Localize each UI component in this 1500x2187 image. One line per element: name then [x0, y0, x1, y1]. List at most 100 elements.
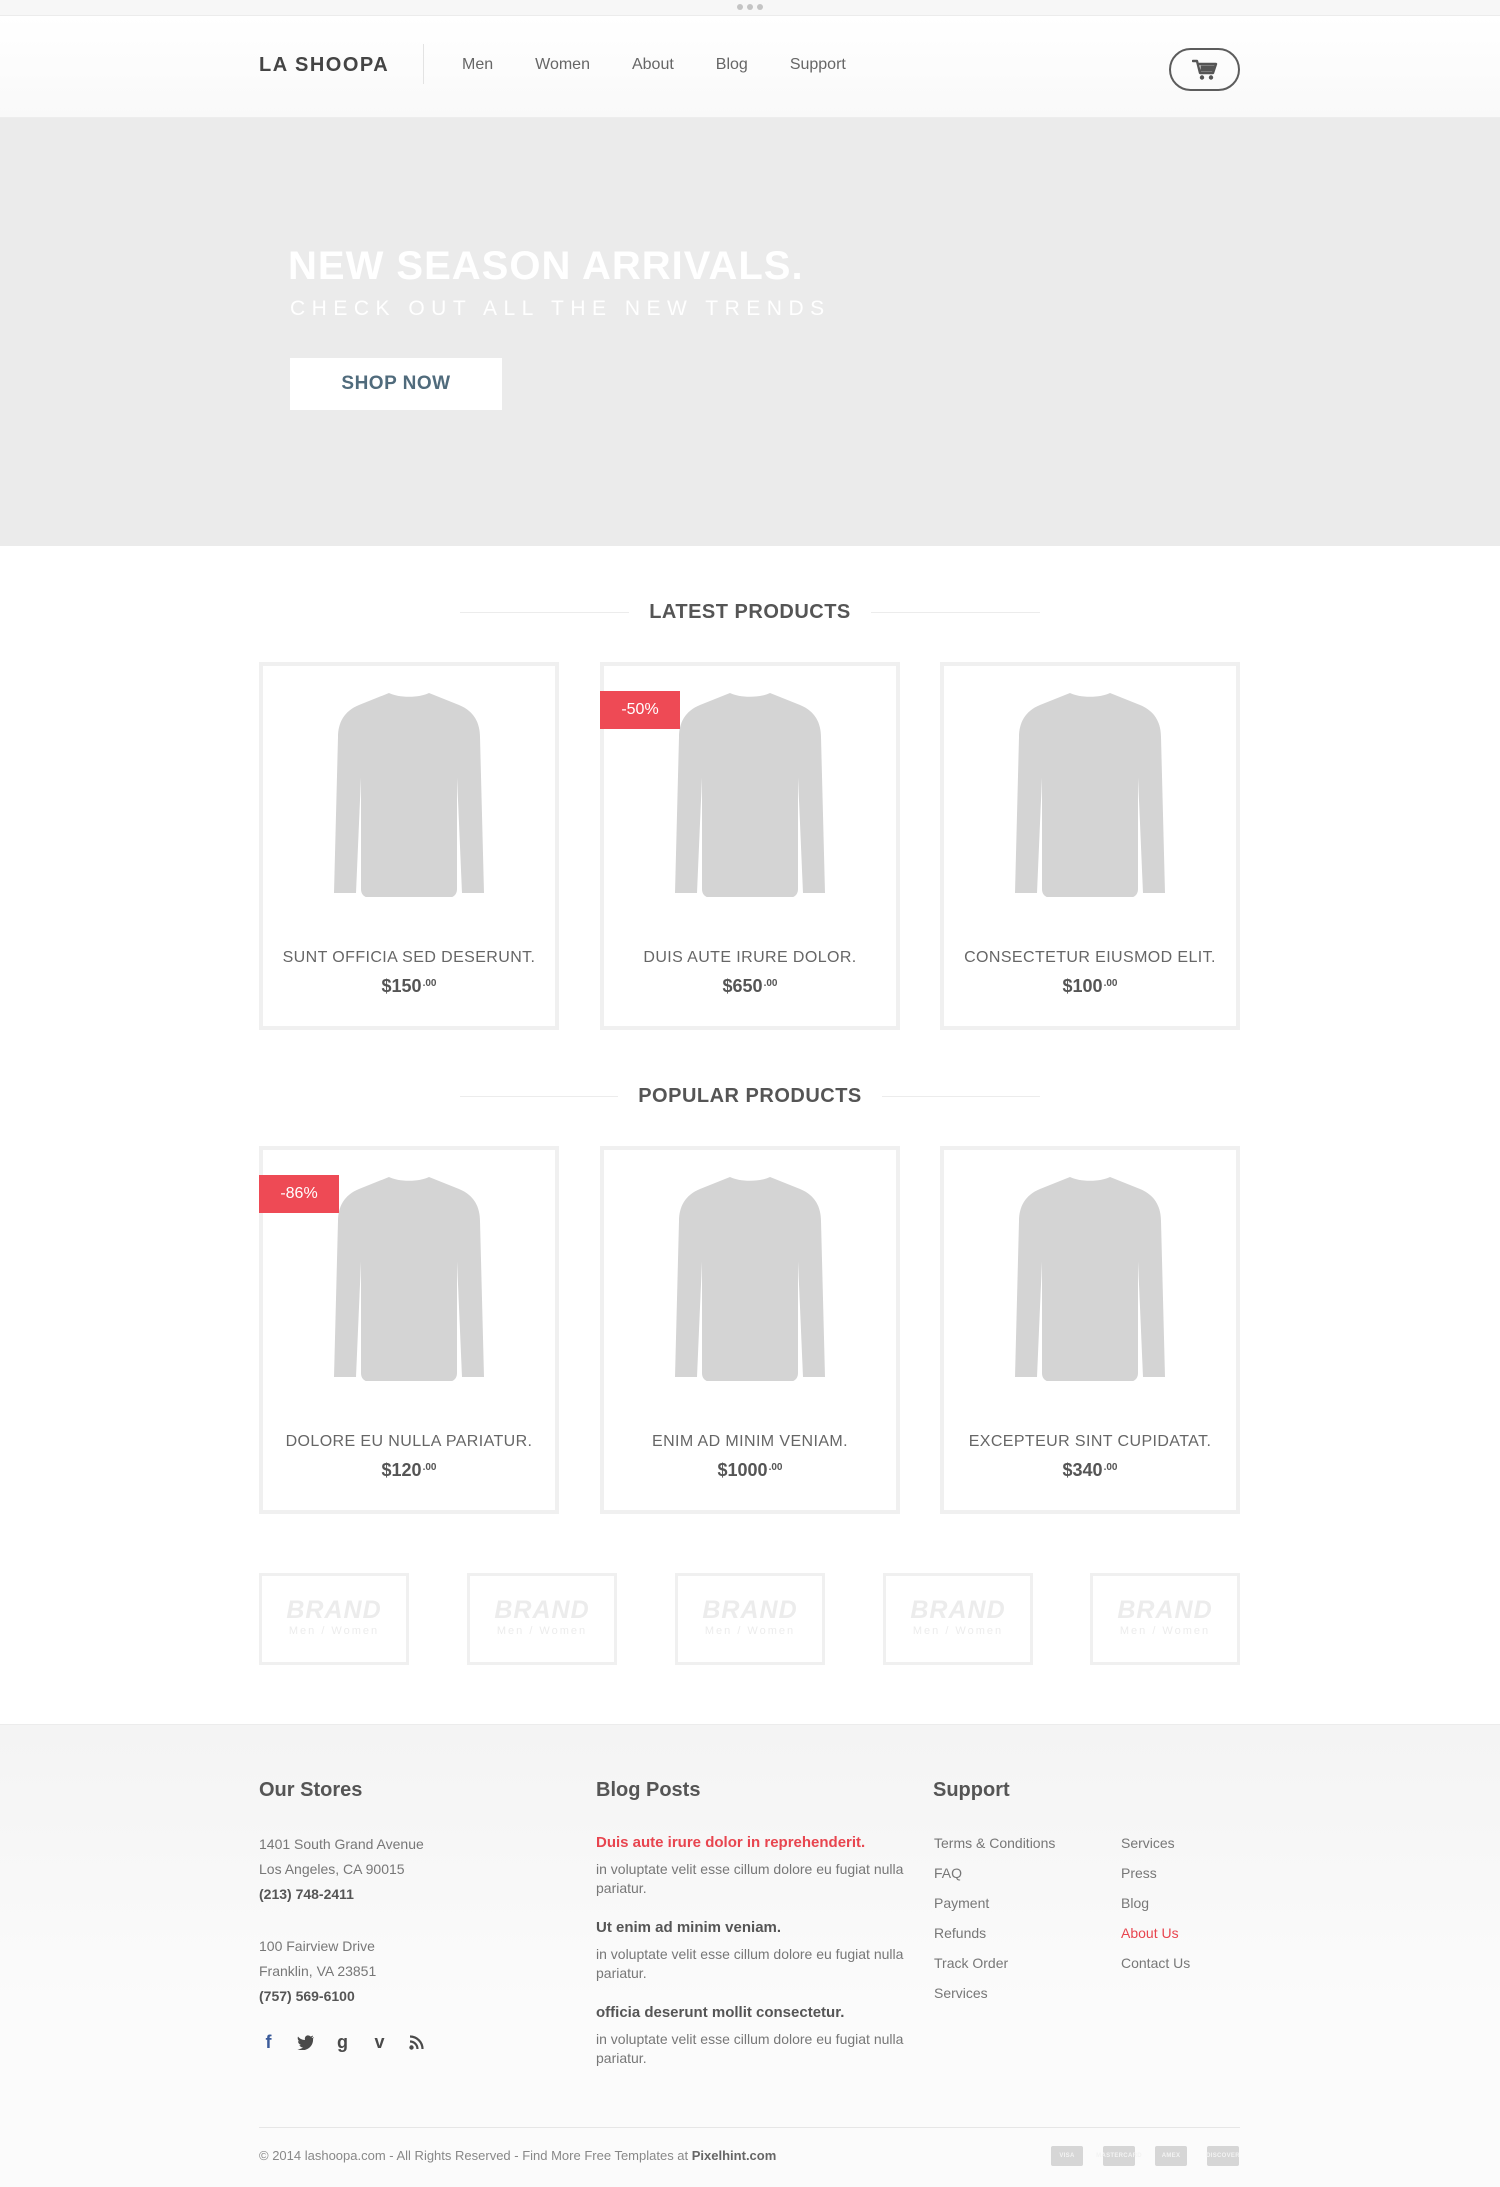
blog-posts-title: Blog Posts [596, 1779, 701, 1801]
brand-name: BRAND [494, 1596, 590, 1624]
footer-link-press[interactable]: Press [1121, 1865, 1157, 1881]
footer-link-services[interactable]: Services [1121, 1835, 1175, 1851]
brand-tagline: Men / Women [704, 1625, 796, 1637]
copyright-text: © 2014 lashoopa.com - All Rights Reserve… [259, 2148, 777, 2163]
sweater-image [675, 1177, 825, 1381]
site-header: LA SHOOPA Men Women About Blog Support [0, 16, 1500, 118]
discount-badge: -50% [600, 691, 680, 729]
popular-products-heading: POPULAR PRODUCTS [460, 1081, 1040, 1111]
footer-link-faq[interactable]: FAQ [934, 1865, 962, 1881]
product-name[interactable]: ENIM AD MINIM VENIAM. [604, 1433, 896, 1451]
google-plus-icon[interactable]: g [333, 2032, 352, 2052]
brand-tagline: Men / Women [496, 1625, 588, 1637]
footer-link-track-order[interactable]: Track Order [934, 1955, 1008, 1971]
blog-post-link[interactable]: Ut enim ad minim veniam. [596, 1919, 781, 1936]
brand-logo[interactable]: BRAND Men / Women [467, 1573, 617, 1665]
store-phone: (757) 569-6100 [259, 1988, 355, 2004]
footer-divider [259, 2127, 1240, 2128]
store-address-line: Franklin, VA 23851 [259, 1963, 377, 1979]
product-name[interactable]: DUIS AUTE IRURE DOLOR. [604, 949, 896, 967]
footer-link-terms[interactable]: Terms & Conditions [934, 1835, 1055, 1851]
hero-subtitle: CHECK OUT ALL THE NEW TRENDS [290, 297, 831, 320]
visa-card-icon: VISA [1051, 2146, 1083, 2166]
heading-rule-right [870, 612, 1040, 613]
product-price: $1000.00 [717, 1460, 783, 1480]
blog-post-excerpt: in voluptate velit esse cillum dolore eu… [596, 1946, 904, 1981]
product-name[interactable]: SUNT OFFICIA SED DESERUNT. [263, 949, 555, 967]
pixelhint-link[interactable]: Pixelhint.com [692, 2148, 777, 2163]
nav-item-women[interactable]: Women [535, 56, 590, 74]
mastercard-icon: MASTERCARD [1096, 2146, 1142, 2166]
discount-badge: -86% [259, 1175, 339, 1213]
product-name[interactable]: CONSECTETUR EIUSMOD ELIT. [944, 949, 1236, 967]
footer-link-contact-us[interactable]: Contact Us [1121, 1955, 1190, 1971]
hero-title: NEW SEASON ARRIVALS. [288, 244, 804, 288]
footer-link-about-us[interactable]: About Us [1121, 1925, 1179, 1941]
product-price: $150.00 [381, 976, 437, 996]
brand-tagline: Men / Women [288, 1625, 380, 1637]
brand-tagline: Men / Women [912, 1625, 1004, 1637]
product-card[interactable]: EXCEPTEUR SINT CUPIDATAT. $340.00 [940, 1146, 1240, 1514]
brand-name: BRAND [702, 1596, 798, 1624]
payment-methods: VISA MASTERCARD AMEX DISCOVER [1051, 2146, 1240, 2166]
brand-name: BRAND [910, 1596, 1006, 1624]
sweater-image [675, 693, 825, 897]
brand-tagline: Men / Women [1119, 1625, 1211, 1637]
brand-logo[interactable]: BRAND Men / Women [1090, 1573, 1240, 1665]
footer-link-blog[interactable]: Blog [1121, 1895, 1149, 1911]
nav-item-support[interactable]: Support [790, 56, 846, 74]
product-price: $650.00 [722, 976, 778, 996]
product-card[interactable]: SUNT OFFICIA SED DESERUNT. $150.00 [259, 662, 559, 1030]
product-name[interactable]: DOLORE EU NULLA PARIATUR. [263, 1433, 555, 1451]
store-address-line: Los Angeles, CA 90015 [259, 1861, 405, 1877]
heading-rule-left [460, 1096, 618, 1097]
brand-name: BRAND [286, 1596, 382, 1624]
blog-post-link[interactable]: Duis aute irure dolor in reprehenderit. [596, 1834, 865, 1851]
header-divider [423, 44, 424, 84]
brand-logo[interactable]: BRAND Men / Women [883, 1573, 1033, 1665]
our-stores-title: Our Stores [259, 1779, 363, 1801]
popular-products-title: POPULAR PRODUCTS [618, 1081, 882, 1111]
brand-logo[interactable]: BRAND Men / Women [675, 1573, 825, 1665]
footer-link-refunds[interactable]: Refunds [934, 1925, 986, 1941]
browser-top-strip [0, 0, 1500, 16]
product-card[interactable]: ENIM AD MINIM VENIAM. $1000.00 [600, 1146, 900, 1514]
sweater-image [334, 693, 484, 897]
nav-item-about[interactable]: About [632, 56, 674, 74]
product-price: $340.00 [1062, 1460, 1118, 1480]
nav-item-men[interactable]: Men [462, 56, 493, 74]
brand-name: BRAND [1117, 1596, 1213, 1624]
product-name[interactable]: EXCEPTEUR SINT CUPIDATAT. [944, 1433, 1236, 1451]
product-price: $100.00 [1062, 976, 1118, 996]
product-card[interactable]: CONSECTETUR EIUSMOD ELIT. $100.00 [940, 662, 1240, 1030]
footer-link-payment[interactable]: Payment [934, 1895, 989, 1911]
facebook-icon[interactable]: f [259, 2032, 278, 2052]
shop-now-button[interactable]: SHOP NOW [290, 358, 502, 410]
store-phone: (213) 748-2411 [259, 1886, 354, 1902]
product-card[interactable]: -50% DUIS AUTE IRURE DOLOR. $650.00 [600, 662, 900, 1030]
footer-link-services[interactable]: Services [934, 1985, 988, 2001]
product-price: $120.00 [381, 1460, 437, 1480]
social-links: f g v [259, 2032, 426, 2052]
cart-button[interactable] [1169, 48, 1240, 91]
latest-products-title: LATEST PRODUCTS [629, 597, 871, 627]
sweater-image [1015, 1177, 1165, 1381]
heading-rule-right [882, 1096, 1040, 1097]
product-card[interactable]: -86% DOLORE EU NULLA PARIATUR. $120.00 [259, 1146, 559, 1514]
amex-card-icon: AMEX [1155, 2146, 1187, 2166]
blog-post-link[interactable]: officia deserunt mollit consectetur. [596, 2004, 844, 2021]
vimeo-icon[interactable]: v [370, 2032, 389, 2052]
site-logo[interactable]: LA SHOOPA [259, 54, 389, 77]
twitter-icon[interactable] [296, 2033, 315, 2052]
window-handle-dots [737, 4, 763, 10]
store-address-line: 100 Fairview Drive [259, 1938, 375, 1954]
nav-item-blog[interactable]: Blog [716, 56, 748, 74]
rss-icon[interactable] [407, 2033, 426, 2052]
latest-products-heading: LATEST PRODUCTS [460, 597, 1040, 627]
cart-icon [1191, 59, 1217, 80]
sweater-image [1015, 693, 1165, 897]
main-nav: Men Women About Blog Support [462, 56, 888, 74]
sweater-image [334, 1177, 484, 1381]
discover-card-icon: DISCOVER [1206, 2146, 1240, 2166]
brand-logo[interactable]: BRAND Men / Women [259, 1573, 409, 1665]
